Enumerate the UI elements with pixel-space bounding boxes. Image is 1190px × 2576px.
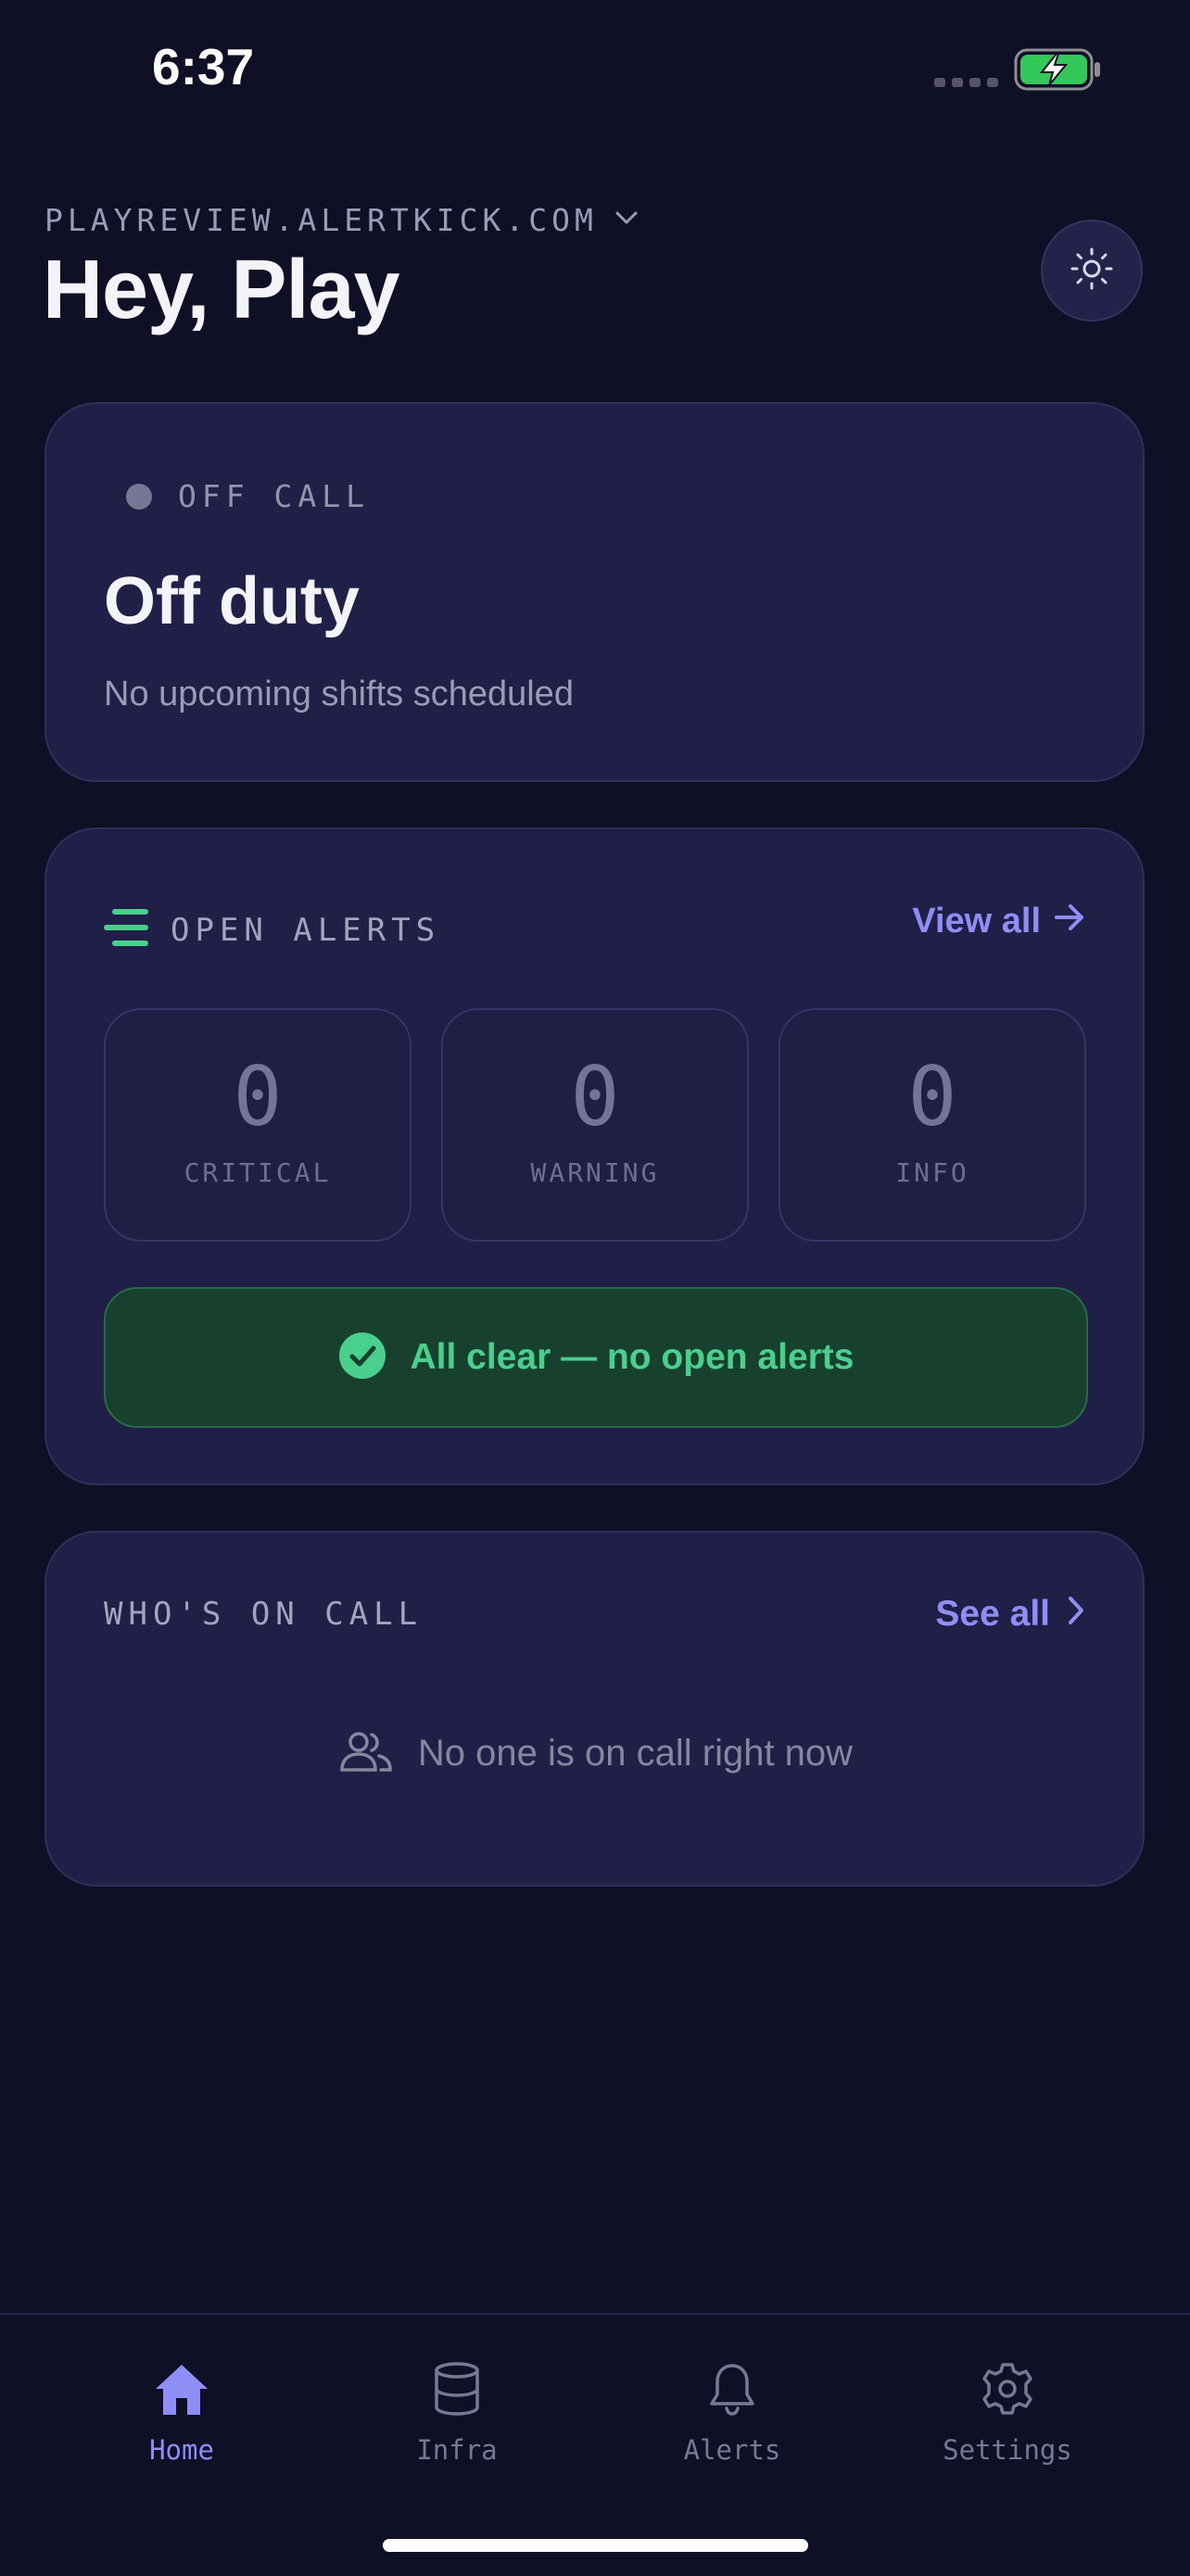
home-icon: [152, 2361, 211, 2421]
on-call-status-card: OFF CALL Off duty No upcoming shifts sch…: [44, 402, 1145, 782]
whos-on-call-title: WHO'S ON CALL: [104, 1596, 424, 1633]
sun-icon: [1069, 246, 1115, 297]
on-call-empty-text: No one is on call right now: [417, 1733, 854, 1774]
warning-label: WARNING: [530, 1157, 660, 1188]
check-circle-icon: [338, 1332, 386, 1384]
bell-icon: [706, 2361, 758, 2421]
users-icon: [336, 1729, 396, 1778]
home-indicator: [383, 2539, 808, 2552]
status-time: 6:37: [152, 38, 255, 95]
info-count: 0: [907, 1049, 957, 1144]
tab-alerts-label: Alerts: [683, 2434, 781, 2466]
critical-label: CRITICAL: [184, 1157, 332, 1188]
info-label: INFO: [895, 1157, 969, 1188]
critical-counter[interactable]: 0 CRITICAL: [104, 1008, 411, 1242]
upcoming-shifts-text: No upcoming shifts scheduled: [104, 675, 574, 713]
chevron-right-icon: [1067, 1594, 1085, 1635]
tab-infra[interactable]: Infra: [355, 2361, 559, 2466]
tab-home-label: Home: [149, 2434, 214, 2466]
tab-alerts[interactable]: Alerts: [630, 2361, 834, 2466]
tab-settings-label: Settings: [943, 2434, 1072, 2466]
open-alerts-card: OPEN ALERTS View all 0 CRITICAL 0 WARNIN…: [44, 827, 1145, 1485]
warning-count: 0: [570, 1049, 620, 1144]
tab-infra-label: Infra: [416, 2434, 498, 2466]
alert-counters: 0 CRITICAL 0 WARNING 0 INFO: [104, 1008, 1086, 1242]
signal-icon: [934, 78, 998, 87]
workspace-domain: PLAYREVIEW.ALERTKICK.COM: [44, 202, 598, 238]
all-clear-text: All clear — no open alerts: [410, 1337, 855, 1377]
info-counter[interactable]: 0 INFO: [779, 1008, 1086, 1242]
arrow-right-icon: [1054, 902, 1085, 941]
on-call-empty-state: No one is on call right now: [46, 1729, 1143, 1778]
tab-home[interactable]: Home: [80, 2361, 284, 2466]
view-all-alerts-link[interactable]: View all: [912, 902, 1085, 941]
open-alerts-header: OPEN ALERTS: [104, 907, 440, 953]
chevron-down-icon: [614, 209, 639, 231]
battery-charging-icon: [1014, 48, 1103, 95]
tab-settings[interactable]: Settings: [905, 2361, 1109, 2466]
status-dot: [126, 484, 152, 510]
duty-status-title: Off duty: [104, 564, 360, 638]
gear-icon: [980, 2361, 1035, 2421]
open-alerts-title: OPEN ALERTS: [171, 911, 441, 949]
bottom-tab-bar: Home Infra Alerts Settings: [0, 2313, 1190, 2576]
database-icon: [432, 2361, 482, 2421]
alerts-list-icon: [104, 907, 150, 953]
critical-count: 0: [233, 1049, 283, 1144]
theme-toggle-button[interactable]: [1041, 220, 1143, 322]
view-all-label: View all: [912, 902, 1041, 941]
page-title: Hey, Play: [43, 244, 400, 336]
see-all-label: See all: [935, 1594, 1050, 1634]
workspace-selector[interactable]: PLAYREVIEW.ALERTKICK.COM: [44, 202, 639, 238]
warning-counter[interactable]: 0 WARNING: [441, 1008, 749, 1242]
all-clear-banner: All clear — no open alerts: [104, 1287, 1088, 1428]
whos-on-call-card: WHO'S ON CALL See all No one is on call …: [44, 1531, 1145, 1887]
status-badge: OFF CALL: [178, 478, 370, 514]
see-all-on-call-link[interactable]: See all: [935, 1594, 1085, 1635]
